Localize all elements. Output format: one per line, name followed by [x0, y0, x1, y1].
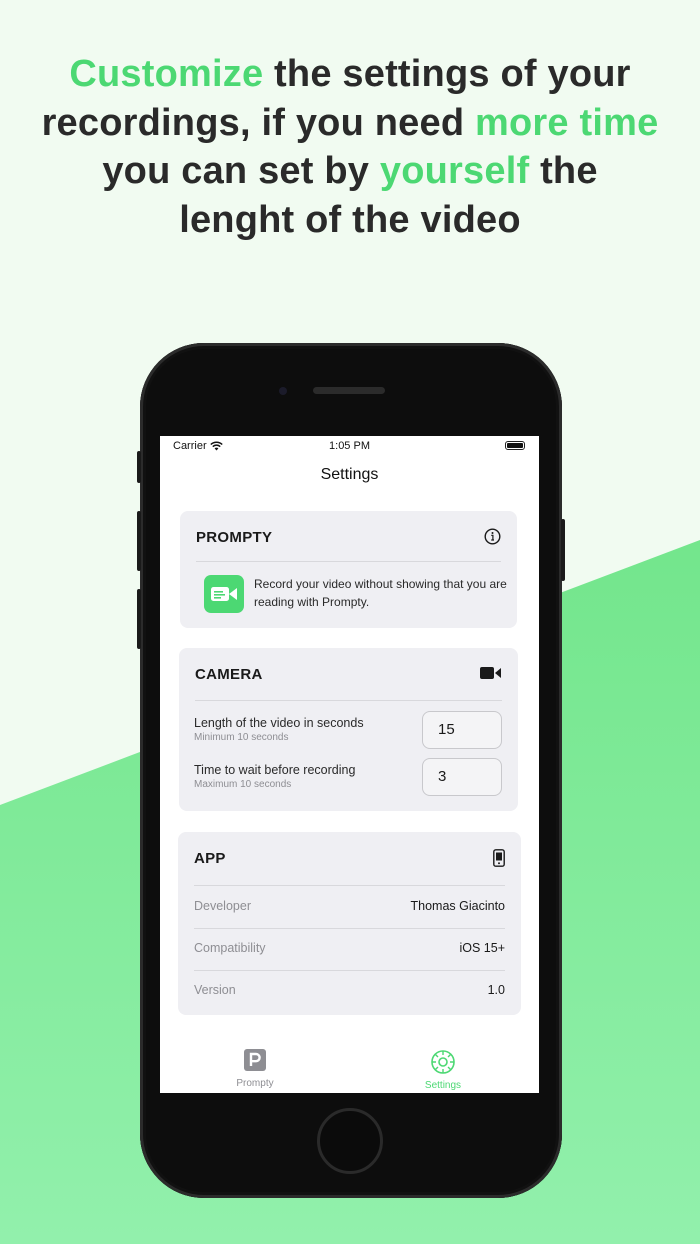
home-button[interactable] [317, 1108, 383, 1174]
wait-hint: Maximum 10 seconds [194, 779, 292, 790]
wait-label: Time to wait before recording [194, 763, 356, 777]
battery-icon [505, 441, 525, 450]
info-circle-icon[interactable] [484, 528, 501, 545]
prompty-app-icon [204, 575, 244, 613]
app-card: APP Developer Thomas Giacinto Compatibil… [178, 832, 521, 1015]
version-label: Version [194, 983, 236, 997]
volume-up-button [137, 511, 141, 571]
wait-input[interactable]: 3 [422, 758, 502, 796]
developer-label: Developer [194, 899, 251, 913]
length-label: Length of the video in seconds [194, 716, 364, 730]
front-camera [279, 387, 287, 395]
divider [194, 928, 505, 929]
prompty-description: Record your video without showing that y… [254, 577, 507, 609]
tab-prompty-label: Prompty [236, 1078, 274, 1089]
divider [196, 561, 501, 562]
divider [194, 885, 505, 886]
earpiece-speaker [313, 387, 385, 394]
version-value: 1.0 [487, 983, 505, 997]
video-camera-icon [480, 667, 501, 679]
prompty-card: PROMPTY Record your video without showin… [180, 511, 517, 628]
camera-card-title: CAMERA [195, 666, 263, 683]
mute-switch [137, 451, 141, 483]
tab-settings[interactable]: Settings [393, 1049, 493, 1091]
headline: Customize the settings of your recording… [41, 53, 659, 241]
phone-screen: Carrier 1:05 PM Settings PROMPTY Record … [160, 436, 539, 1093]
tab-bar: Prompty Settings [160, 1043, 539, 1093]
compatibility-value: iOS 15+ [459, 941, 505, 955]
developer-value: Thomas Giacinto [410, 899, 505, 913]
phone-frame: Carrier 1:05 PM Settings PROMPTY Record … [137, 343, 565, 1198]
camera-card: CAMERA Length of the video in seconds Mi… [179, 648, 518, 811]
compatibility-label: Compatibility [194, 941, 266, 955]
prompty-card-title: PROMPTY [196, 529, 273, 546]
tab-prompty[interactable]: Prompty [205, 1049, 305, 1089]
app-card-title: APP [194, 850, 226, 867]
gear-icon [431, 1050, 455, 1074]
tab-settings-label: Settings [424, 1080, 462, 1091]
divider [194, 970, 505, 971]
length-hint: Minimum 10 seconds [194, 732, 289, 743]
page-title: Settings [320, 466, 379, 483]
prompty-p-icon [244, 1049, 266, 1071]
power-button [561, 519, 565, 581]
divider [195, 700, 502, 701]
length-input[interactable]: 15 [422, 711, 502, 749]
status-time: 1:05 PM [329, 440, 370, 452]
status-bar: Carrier 1:05 PM [160, 436, 539, 454]
volume-down-button [137, 589, 141, 649]
iphone-icon [493, 849, 505, 867]
